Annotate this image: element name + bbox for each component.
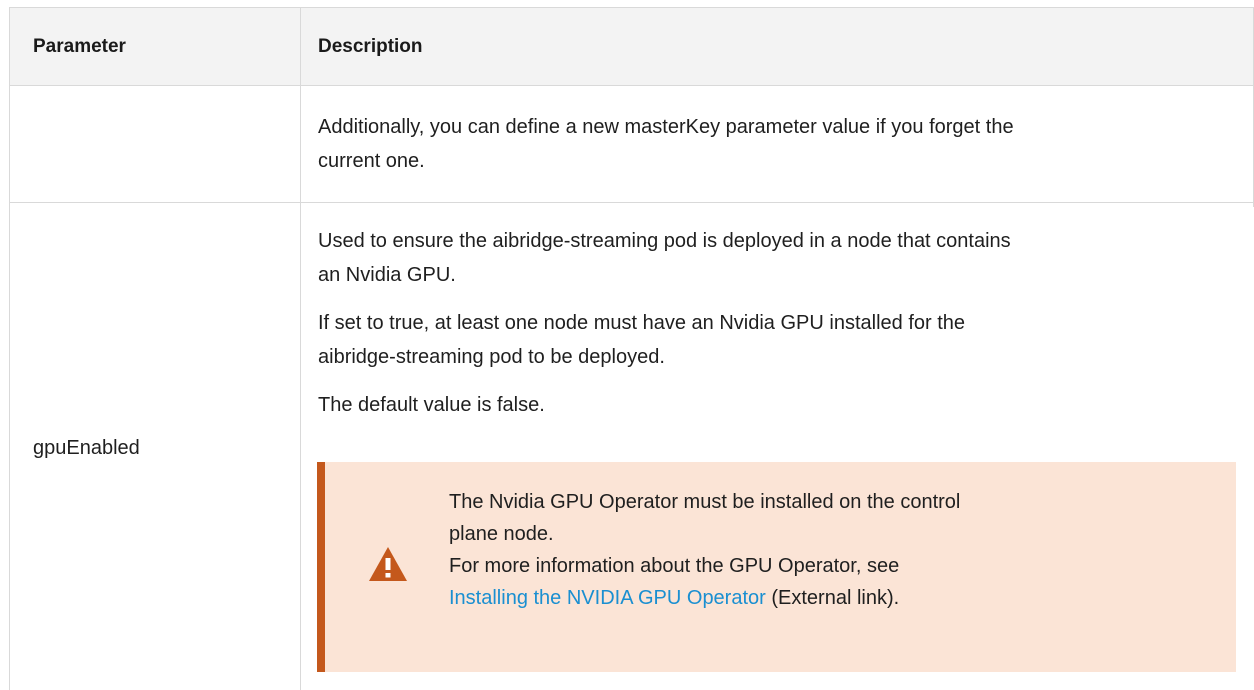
warning-line3: For more information about the GPU Opera… <box>449 555 900 577</box>
warning-icon <box>369 547 407 581</box>
row2-desc-p2-line2: aibridge-streaming pod to be deployed. <box>318 346 665 368</box>
warning-text: The Nvidia GPU Operator must be installe… <box>449 486 1069 614</box>
row1-description-line2: current one. <box>318 150 425 172</box>
column-divider <box>300 7 301 690</box>
table-header-row: Parameter Description <box>9 7 1254 86</box>
row2-desc-p2-line1: If set to true, at least one node must h… <box>318 312 966 334</box>
warning-line2: plane node. <box>449 523 554 545</box>
row2-desc-p1-line2: an Nvidia GPU. <box>318 264 456 286</box>
row1-description-line1: Additionally, you can define a new maste… <box>318 116 1014 138</box>
warning-line1: The Nvidia GPU Operator must be installe… <box>449 491 961 513</box>
header-description: Description <box>318 36 423 57</box>
row-separator <box>9 202 1254 203</box>
table-left-border <box>9 7 10 690</box>
row2-desc-p3: The default value is false. <box>318 394 545 416</box>
header-parameter: Parameter <box>33 36 126 57</box>
external-link-suffix: (External link). <box>765 587 900 609</box>
warning-line4: Installing the NVIDIA GPU Operator (Exte… <box>449 582 1069 614</box>
row2-desc-p1-line1: Used to ensure the aibridge-streaming po… <box>318 230 1011 252</box>
warning-callout: The Nvidia GPU Operator must be installe… <box>317 462 1236 672</box>
row2-parameter: gpuEnabled <box>33 437 140 459</box>
gpu-operator-link[interactable]: Installing the NVIDIA GPU Operator <box>449 587 766 609</box>
